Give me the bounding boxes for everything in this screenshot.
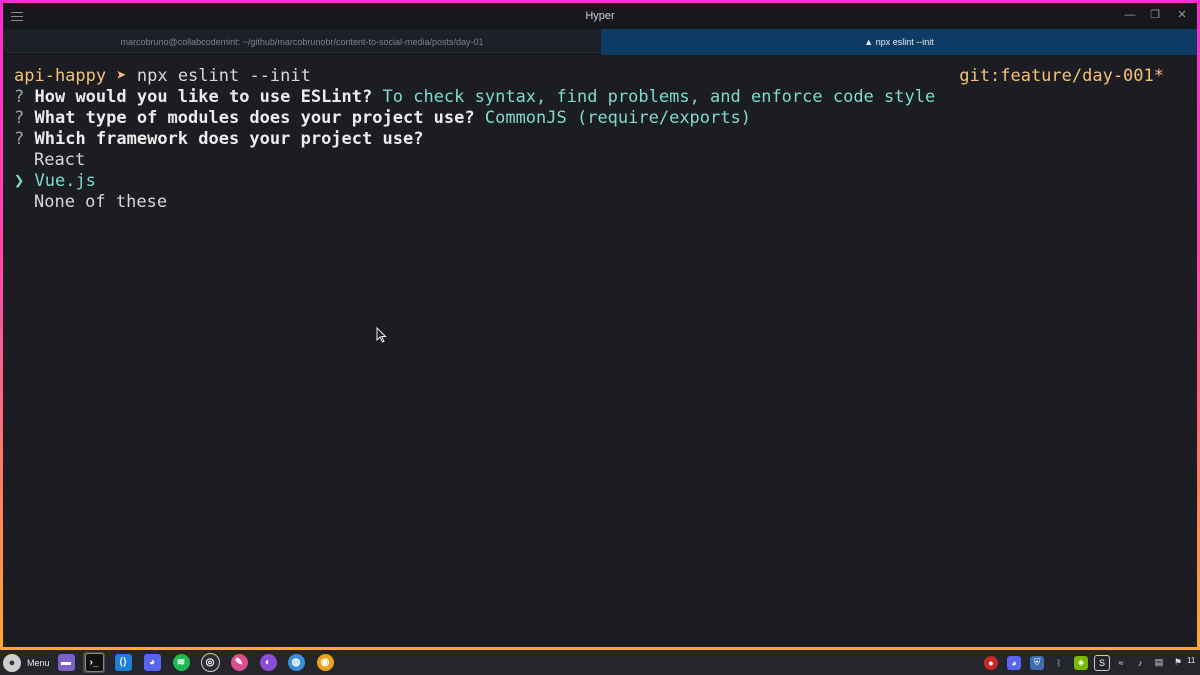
option-react[interactable]: React — [34, 150, 85, 171]
discord-icon[interactable]: ◕ — [141, 652, 163, 673]
option-vue-selected[interactable]: ❯ Vue.js — [14, 171, 96, 192]
question-3: ? Which framework does your project use? — [14, 129, 423, 150]
restore-button[interactable]: ❐ — [1148, 8, 1162, 22]
nvidia-icon[interactable]: ◈ — [1071, 652, 1091, 673]
question-text: How would you like to use ESLint? — [34, 87, 373, 107]
taskbar: ● Menu ▬ ›_ ⟨⟩ ◕ ≋ ◎ ✎ ◐ ◍ ◉ ● ◕ ⛨ ᛒ ◈ S… — [0, 650, 1200, 675]
tab-shell[interactable]: marcobruno@collabcodemint: ~/github/marc… — [3, 29, 601, 55]
obs-tray-icon[interactable]: ● — [981, 652, 1001, 673]
prompt-directory: api-happy — [14, 66, 107, 86]
terminal-icon[interactable]: ›_ — [83, 652, 105, 673]
close-button[interactable]: ✕ — [1175, 8, 1189, 22]
question-mark: ? — [14, 129, 25, 149]
git-branch-status: git:feature/day-001* — [959, 66, 1164, 86]
command-text: npx eslint --init — [136, 66, 311, 86]
window-title: Hyper — [585, 10, 615, 22]
discord-tray-icon[interactable]: ◕ — [1004, 652, 1024, 673]
tab-bar: marcobruno@collabcodemint: ~/github/marc… — [3, 29, 1197, 55]
web-icon[interactable]: ◍ — [285, 652, 307, 673]
title-bar: Hyper — ❐ ✕ — [3, 3, 1197, 29]
spotify-icon[interactable]: ≋ — [170, 652, 192, 673]
question-answer: To check syntax, find problems, and enfo… — [382, 87, 936, 107]
mouse-pointer-icon — [376, 327, 387, 343]
question-answer: CommonJS (require/exports) — [484, 108, 751, 128]
selection-chevron-icon: ❯ — [14, 171, 25, 191]
krita-icon[interactable]: ✎ — [228, 652, 250, 673]
ssh-icon[interactable]: S — [1092, 652, 1112, 673]
hyper-window: Hyper — ❐ ✕ marcobruno@collabcodemint: ~… — [3, 3, 1197, 647]
vscode-icon[interactable]: ⟨⟩ — [112, 652, 134, 673]
firefox-icon[interactable]: ◐ — [257, 652, 279, 673]
bluetooth-icon[interactable]: ᛒ — [1049, 652, 1069, 673]
wifi-icon[interactable]: ≈ — [1111, 652, 1131, 673]
option-none[interactable]: None of these — [34, 192, 167, 213]
terminal-output[interactable]: api-happy ➤ npx eslint --init git:featur… — [3, 55, 1197, 647]
shield-tray-icon[interactable]: ⛨ — [1027, 652, 1047, 673]
start-menu-button[interactable]: ● Menu — [3, 652, 50, 673]
question-text: What type of modules does your project u… — [34, 108, 475, 128]
music-icon[interactable]: ♪ — [1130, 652, 1150, 673]
clipboard-icon[interactable]: ▤ — [1149, 652, 1169, 673]
files-icon[interactable]: ▬ — [55, 652, 77, 673]
prompt-arrow-icon: ➤ — [116, 66, 127, 86]
question-1: ? How would you like to use ESLint? To c… — [14, 87, 935, 108]
notification-icon[interactable]: ⚑ — [1168, 652, 1188, 673]
obs-icon[interactable]: ◎ — [199, 652, 221, 673]
prompt-line: api-happy ➤ npx eslint --init — [14, 66, 311, 87]
question-mark: ? — [14, 87, 25, 107]
question-text: Which framework does your project use? — [34, 129, 424, 149]
minimize-button[interactable]: — — [1123, 8, 1137, 22]
distro-logo-icon: ● — [3, 653, 21, 672]
clock[interactable]: 11 — [1187, 656, 1195, 665]
chrome-icon[interactable]: ◉ — [314, 652, 336, 673]
question-2: ? What type of modules does your project… — [14, 108, 751, 129]
question-mark: ? — [14, 108, 25, 128]
tab-eslint-init[interactable]: ▲ npx eslint --init — [601, 29, 1197, 55]
option-label: Vue.js — [34, 171, 96, 191]
menu-label: Menu — [27, 657, 50, 668]
